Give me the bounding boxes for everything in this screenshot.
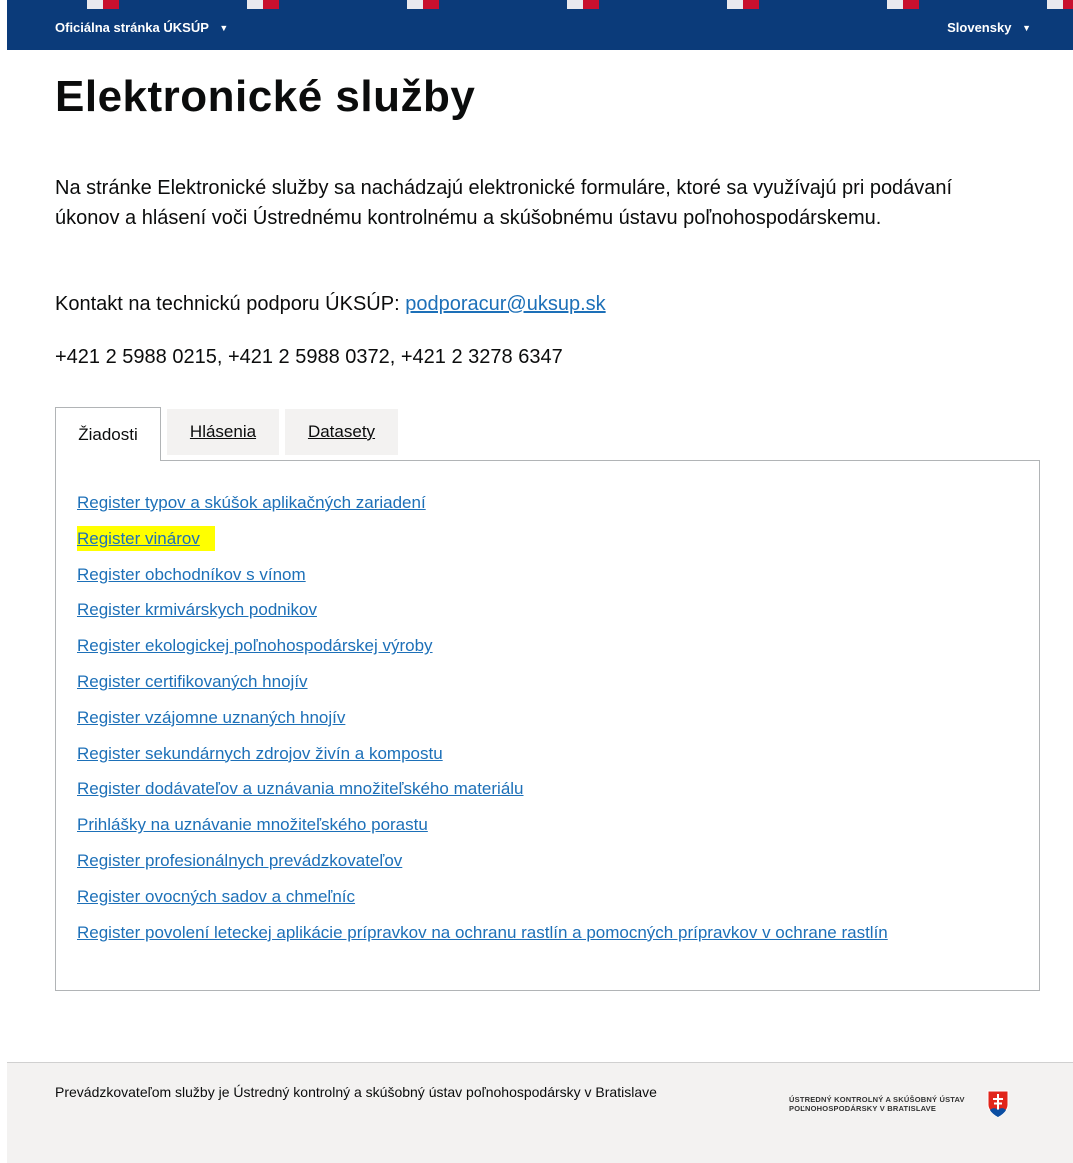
tab-hlasenia[interactable]: Hlásenia (167, 409, 279, 455)
header-stripe (7, 0, 1073, 9)
list-item: Register profesionálnych prevádzkovateľo… (77, 851, 888, 887)
service-link[interactable]: Register sekundárnych zdrojov živín a ko… (77, 744, 443, 763)
language-selector[interactable]: Slovensky ▼ (947, 20, 1031, 35)
logo-line-2: POĽNOHOSPODÁRSKY V BRATISLAVE (789, 1103, 937, 1113)
list-item: Register typov a skúšok aplikačných zari… (77, 493, 888, 529)
list-item: Register povolení leteckej aplikácie prí… (77, 923, 888, 959)
list-item: Register vinárov (77, 525, 888, 565)
official-site-label: Oficiálna stránka (55, 20, 160, 35)
official-site-org: ÚKSÚP (163, 20, 209, 35)
list-item: Register certifikovaných hnojív (77, 672, 888, 708)
slovak-coat-of-arms-icon (987, 1090, 1009, 1118)
support-email-link[interactable]: podporacur@uksup.sk (405, 293, 605, 315)
language-label: Slovensky (947, 20, 1012, 35)
official-site-dropdown[interactable]: Oficiálna stránka ÚKSÚP ▼ (55, 20, 228, 35)
page-footer: Prevádzkovateľom služby je Ústredný kont… (7, 1062, 1073, 1163)
support-contact: Kontakt na technickú podporu ÚKSÚP: podp… (55, 293, 606, 316)
service-link[interactable]: Register ekologickej poľnohospodárskej v… (77, 636, 433, 655)
service-link[interactable]: Register vzájomne uznaných hnojív (77, 708, 345, 727)
tab-datasety[interactable]: Datasety (285, 409, 398, 455)
service-link[interactable]: Register ovocných sadov a chmeľníc (77, 887, 355, 906)
service-link[interactable]: Register certifikovaných hnojív (77, 672, 308, 691)
service-link[interactable]: Register obchodníkov s vínom (77, 565, 306, 584)
service-link[interactable]: Register typov a skúšok aplikačných zari… (77, 493, 426, 512)
service-link[interactable]: Register povolení leteckej aplikácie prí… (77, 923, 888, 942)
support-phones: +421 2 5988 0215, +421 2 5988 0372, +421… (55, 346, 563, 368)
tab-ziadosti[interactable]: Žiadosti (55, 407, 161, 461)
list-item: Register dodávateľov a uznávania množite… (77, 779, 888, 815)
institution-logo-text[interactable]: ÚSTREDNÝ KONTROLNÝ A SKÚŠOBNÝ ÚSTAV POĽN… (789, 1095, 965, 1113)
list-item: Register obchodníkov s vínom (77, 565, 888, 601)
tab-panel-ziadosti: Register typov a skúšok aplikačných zari… (55, 460, 1040, 991)
list-item: Register vzájomne uznaných hnojív (77, 708, 888, 744)
list-item: Prihlášky na uznávanie množiteľského por… (77, 815, 888, 851)
list-item: Register sekundárnych zdrojov živín a ko… (77, 744, 888, 780)
support-contact-label: Kontakt na technickú podporu ÚKSÚP: (55, 293, 400, 315)
service-link[interactable]: Prihlášky na uznávanie množiteľského por… (77, 815, 428, 834)
footer-operator-text: Prevádzkovateľom služby je Ústredný kont… (55, 1084, 657, 1100)
list-item: Register krmivárskych podnikov (77, 600, 888, 636)
service-link-list: Register typov a skúšok aplikačných zari… (77, 493, 888, 958)
list-item: Register ovocných sadov a chmeľníc (77, 887, 888, 923)
list-item: Register ekologickej poľnohospodárskej v… (77, 636, 888, 672)
service-link[interactable]: Register krmivárskych podnikov (77, 600, 317, 619)
top-bar: Oficiálna stránka ÚKSÚP ▼ Slovensky ▼ (7, 0, 1073, 50)
service-link-highlighted[interactable]: Register vinárov (77, 525, 215, 551)
service-link[interactable]: Register profesionálnych prevádzkovateľo… (77, 851, 402, 870)
chevron-down-icon: ▼ (219, 23, 229, 33)
page-title: Elektronické služby (55, 72, 476, 121)
service-link[interactable]: Register dodávateľov a uznávania množite… (77, 779, 524, 798)
intro-text: Na stránke Elektronické služby sa nachád… (55, 177, 953, 229)
chevron-down-icon: ▼ (1022, 23, 1031, 33)
